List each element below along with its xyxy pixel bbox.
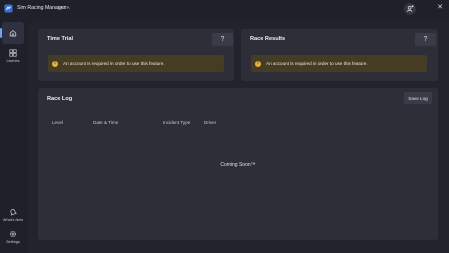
time-trial-card: Time Trial ? ! An account is required in…	[38, 29, 234, 81]
close-button[interactable]: ✕	[434, 2, 446, 12]
app-window: Sim Racing Manager BETA ✕ Liveries What'…	[0, 0, 449, 253]
time-trial-title: Time Trial	[47, 36, 74, 42]
sidebar-item-settings[interactable]: Settings	[2, 230, 24, 248]
account-required-warning: ! An account is required in order to use…	[48, 55, 224, 72]
save-log-button[interactable]: Save Log	[404, 92, 432, 104]
sidebar-item-liveries[interactable]: Liveries	[2, 46, 24, 66]
warning-text: An account is required in order to use t…	[266, 61, 368, 66]
race-results-title: Race Results	[250, 36, 286, 42]
warning-text: An account is required in order to use t…	[63, 61, 165, 66]
account-required-warning: ! An account is required in order to use…	[251, 55, 427, 72]
time-trial-help-button[interactable]: ?	[212, 33, 233, 46]
race-log-card: Race Log Save Log Level Date & Time Inci…	[38, 88, 438, 240]
warning-icon: !	[255, 60, 261, 67]
bell-icon	[10, 209, 17, 216]
race-log-title: Race Log	[47, 96, 73, 102]
sidebar-item-home[interactable]	[0, 22, 24, 44]
column-header-level[interactable]: Level	[52, 120, 63, 125]
gear-icon	[10, 231, 16, 237]
sidebar-item-label: Liveries	[6, 59, 20, 63]
column-header-incident-type[interactable]: Incident Type	[163, 120, 190, 125]
beta-badge: BETA	[58, 5, 70, 10]
race-results-help-button[interactable]: ?	[415, 33, 436, 46]
sidebar-item-whats-new[interactable]: What's New	[2, 208, 24, 226]
home-icon	[9, 29, 17, 37]
sidebar-item-label: What's New	[2, 218, 24, 222]
title-bar: Sim Racing Manager BETA ✕	[0, 0, 449, 18]
column-header-driver[interactable]: Driver	[204, 120, 216, 125]
sidebar-item-label: Settings	[6, 240, 20, 244]
user-add-icon	[406, 5, 414, 12]
sidebar: Liveries What's New Settings	[0, 20, 26, 253]
race-results-card: Race Results ? ! An account is required …	[241, 29, 438, 81]
warning-icon: !	[52, 60, 58, 67]
main-content: Time Trial ? ! An account is required in…	[28, 20, 449, 253]
grid-icon	[9, 49, 17, 57]
column-header-date-time[interactable]: Date & Time	[93, 120, 118, 125]
app-logo-icon	[4, 4, 13, 13]
account-button[interactable]	[404, 3, 416, 15]
empty-state-message: Coming Soon™	[220, 162, 256, 168]
